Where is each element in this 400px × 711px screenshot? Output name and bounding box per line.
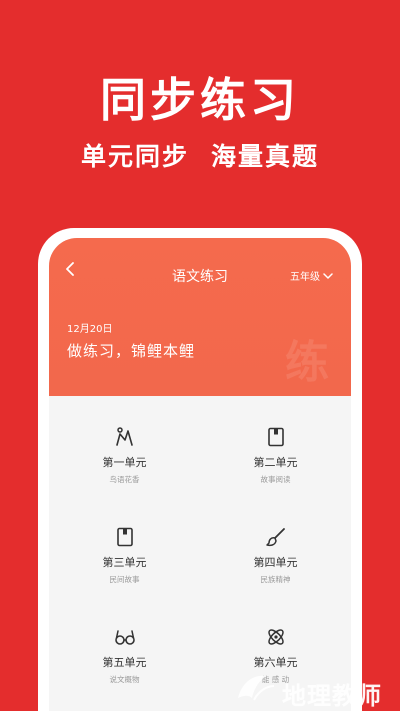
app-header: 语文练习 五年级 练 12月20日 做练习，锦鲤本鲤 — [49, 238, 351, 396]
phone-screen: 语文练习 五年级 练 12月20日 做练习，锦鲤本鲤 第一单元 鸟语花香 第二单… — [49, 238, 351, 711]
grade-label: 五年级 — [290, 272, 320, 283]
site-watermark: 地理教师 — [282, 681, 382, 710]
unit-card-1[interactable]: 第一单元 鸟语花香 — [49, 426, 200, 485]
unit-card-4[interactable]: 第四单元 民族精神 — [200, 526, 351, 585]
book-icon — [116, 527, 133, 547]
unit-subtitle: 鸟语花香 — [109, 475, 140, 484]
unit-grid: 第一单元 鸟语花香 第二单元 故事阅读 第三单元 民间故事 第四单元 民族精神 … — [49, 396, 351, 711]
chevron-down-icon — [323, 272, 333, 279]
hero-subtitle: 单元同步 海量真题 — [0, 137, 400, 173]
unit-subtitle: 民间故事 — [109, 575, 140, 584]
hero-title: 同步练习 — [100, 73, 300, 127]
unit-name: 第三单元 — [102, 556, 147, 569]
date-label: 12月20日 — [67, 324, 113, 335]
site-logo-icon — [238, 675, 275, 701]
slogan: 做练习，锦鲤本鲤 — [67, 342, 196, 360]
hero-subtitle-right: 海量真题 — [211, 142, 320, 171]
unit-name: 第四单元 — [253, 556, 298, 569]
unit-name: 第一单元 — [102, 456, 147, 469]
header-watermark: 练 — [285, 337, 329, 388]
unit-card-3[interactable]: 第三单元 民间故事 — [49, 526, 200, 585]
hero-subtitle-left: 单元同步 — [80, 142, 189, 171]
glasses-icon — [114, 630, 135, 645]
unit-name: 第二单元 — [253, 456, 298, 469]
unit-name: 第五单元 — [102, 656, 147, 669]
unit-card-2[interactable]: 第二单元 故事阅读 — [200, 426, 351, 485]
unit-subtitle: 民族精神 — [260, 575, 291, 584]
book-icon — [267, 427, 284, 447]
grade-selector[interactable]: 五年级 — [290, 268, 333, 283]
figure-icon — [115, 427, 133, 446]
atom-icon — [267, 629, 284, 645]
unit-subtitle: 说文概物 — [109, 675, 140, 684]
brush-icon — [265, 528, 285, 547]
unit-subtitle: 故事阅读 — [260, 475, 291, 484]
unit-card-5[interactable]: 第五单元 说文概物 — [49, 626, 200, 685]
